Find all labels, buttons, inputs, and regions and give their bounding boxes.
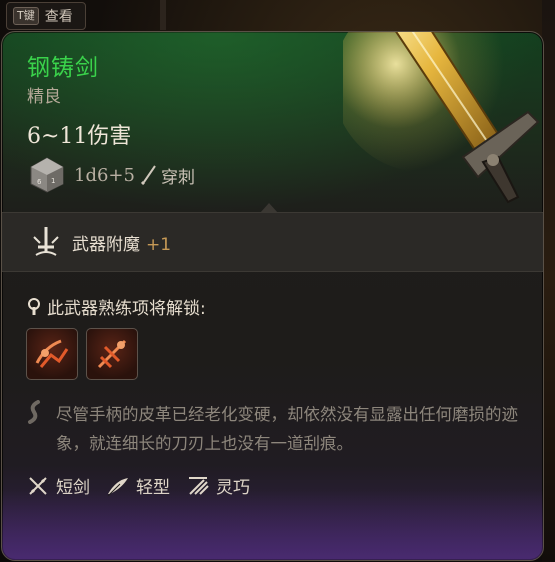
footer-glow [2,490,543,560]
flavor-text: 尽管手柄的皮革已经老化变硬，却依然没有显露出任何磨损的迹象，就连细长的刀刃上也没… [56,405,518,453]
item-tooltip: 钢铸剑 精良 6~11伤害 6 1 1d6+5 穿刺 武器附魔 +1 此武器熟练… [1,31,544,561]
weapon-action-slot[interactable] [26,328,78,380]
enchantment-label: 武器附魔 [72,235,140,255]
quote-icon [28,400,40,424]
dice-icon: 6 1 [30,157,64,193]
item-name: 钢铸剑 [27,55,99,81]
slash-attack-icon [35,339,69,368]
item-rarity: 精良 [27,87,61,107]
keyhole-icon [28,297,40,315]
inspect-keybind-tab[interactable]: T键 查看 [6,2,86,30]
weapon-action-slot[interactable] [86,328,138,380]
damage-dice-row: 6 1 1d6+5 穿刺 [28,156,195,194]
game-screen: T键 查看 钢铸剑 精良 6~11伤害 6 1 1d6+5 穿刺 武器附魔 +1… [0,0,555,562]
enchantment-text: 武器附魔 +1 [72,230,171,255]
sword-illustration-icon [343,32,540,204]
enchantment-bonus: +1 [146,235,172,255]
proficiency-row: 此武器熟练项将解锁: [27,294,206,319]
damage-type: 穿刺 [160,167,195,188]
damage-range: 6~11伤害 [27,124,132,149]
enchantment-row: 武器附魔 +1 [2,212,543,272]
pierce-icon [140,165,156,185]
dice-value: 1d6+5 [74,164,135,186]
proficiency-label: 此武器熟练项将解锁: [47,299,206,319]
weapon-actions [26,328,138,380]
keybind-key: T键 [13,7,39,25]
svg-text:6: 6 [37,178,42,186]
pierce-attack-icon [97,339,127,369]
enchant-sword-icon [33,227,59,256]
background-frame [160,0,166,30]
svg-text:1: 1 [51,177,55,185]
inspect-label: 查看 [44,9,73,25]
